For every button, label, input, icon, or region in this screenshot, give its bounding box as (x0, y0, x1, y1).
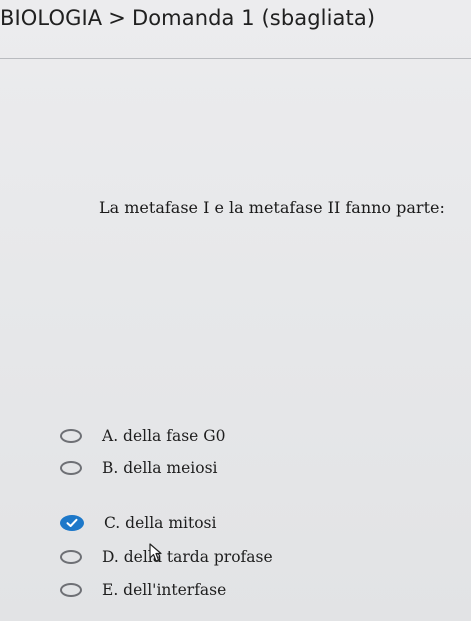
question-text: La metafase I e la metafase II fanno par… (99, 198, 445, 217)
radio-checked-icon[interactable] (60, 515, 84, 531)
radio-unchecked-icon[interactable] (60, 461, 82, 475)
radio-unchecked-icon[interactable] (60, 583, 82, 597)
breadcrumb: BIOLOGIA > Domanda 1 (sbagliata) (0, 6, 375, 30)
breadcrumb-question: Domanda 1 (sbagliata) (131, 6, 376, 30)
breadcrumb-subject[interactable]: BIOLOGIA (0, 6, 102, 30)
header-bar: BIOLOGIA > Domanda 1 (sbagliata) (0, 0, 471, 59)
breadcrumb-separator: > (108, 6, 126, 30)
mouse-cursor-icon (149, 543, 162, 562)
radio-unchecked-icon[interactable] (60, 550, 82, 564)
option-e[interactable]: E. dell'interfase (60, 578, 226, 602)
radio-unchecked-icon[interactable] (60, 429, 82, 443)
option-b[interactable]: B. della meiosi (60, 456, 218, 480)
option-label: E. dell'interfase (102, 581, 227, 599)
option-label: A. della fase G0 (102, 427, 226, 445)
option-label: C. della mitosi (104, 514, 217, 532)
option-label: D. della tarda profase (102, 548, 273, 566)
checkmark-icon (66, 518, 78, 527)
option-d[interactable]: D. della tarda profase (60, 545, 273, 569)
option-label: B. della meiosi (102, 459, 218, 477)
quiz-screen: BIOLOGIA > Domanda 1 (sbagliata) La metafa… (0, 0, 471, 621)
option-c[interactable]: C. della mitosi (60, 511, 216, 535)
option-a[interactable]: A. della fase G0 (60, 424, 226, 448)
